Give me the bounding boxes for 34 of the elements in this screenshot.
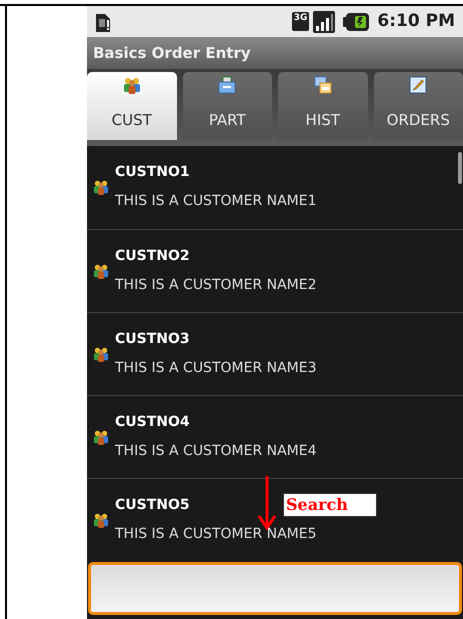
customer-code: CUSTNO2 xyxy=(115,246,191,266)
customer-row[interactable]: CUSTNO2 THIS IS A CUSTOMER NAME2 xyxy=(87,228,463,312)
customer-icon xyxy=(93,262,109,279)
tab[interactable]: HIST xyxy=(278,72,368,140)
tab[interactable]: CUST xyxy=(87,72,176,140)
customer-name: THIS IS A CUSTOMER NAME5 xyxy=(115,524,317,544)
signal-icon xyxy=(313,10,336,33)
customer-icon xyxy=(93,428,109,445)
customer-icon xyxy=(93,512,109,528)
customer-row[interactable]: CUSTNO1 THIS IS A CUSTOMER NAME1 xyxy=(87,146,463,229)
customer-name: THIS IS A CUSTOMER NAME2 xyxy=(115,276,317,295)
pencil-icon xyxy=(409,76,428,94)
tab[interactable]: PART xyxy=(182,72,272,140)
network-type-icon: 3G xyxy=(292,12,310,32)
windows-icon xyxy=(314,76,332,94)
customer-name: THIS IS A CUSTOMER NAME3 xyxy=(115,358,317,378)
customer-row[interactable]: CUSTNO3 THIS IS A CUSTOMER NAME3 xyxy=(87,312,463,395)
clock: 6:10 PM xyxy=(377,10,455,33)
people-icon xyxy=(122,76,141,94)
tab[interactable]: ORDERS xyxy=(374,72,463,140)
customer-code: CUSTNO1 xyxy=(115,163,191,182)
annotation-label: Search xyxy=(283,492,377,517)
customer-icon xyxy=(93,346,109,362)
customer-name: THIS IS A CUSTOMER NAME1 xyxy=(115,192,317,212)
customer-code: CUSTNO4 xyxy=(115,412,191,432)
app-title: Basics Order Entry xyxy=(93,42,251,64)
customer-row[interactable]: CUSTNO4 THIS IS A CUSTOMER NAME4 xyxy=(87,394,463,478)
customer-code: CUSTNO3 xyxy=(115,330,191,349)
search-field[interactable] xyxy=(88,562,462,615)
battery-icon xyxy=(343,12,370,32)
customer-name: THIS IS A CUSTOMER NAME4 xyxy=(115,442,317,461)
customer-icon xyxy=(93,179,109,196)
scrollbar xyxy=(458,152,462,184)
drawer-icon xyxy=(218,76,236,94)
